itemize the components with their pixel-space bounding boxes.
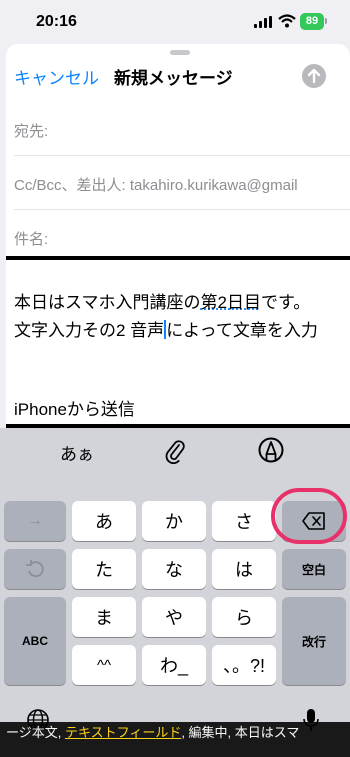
signature: iPhoneから送信 bbox=[14, 400, 135, 419]
compose-sheet: キャンセル 新規メッセージ 宛先: Cc/Bcc、差出人: takahiro.k… bbox=[6, 44, 350, 428]
undo-key[interactable] bbox=[4, 549, 66, 589]
key-ra[interactable]: ら bbox=[212, 597, 276, 637]
body-text: です。 bbox=[260, 293, 311, 312]
send-button[interactable] bbox=[302, 64, 326, 88]
undo-icon bbox=[26, 560, 44, 578]
key-sa[interactable]: さ bbox=[212, 501, 276, 541]
abc-key[interactable]: ABC bbox=[4, 597, 66, 685]
key-punctuation[interactable]: 、。?! bbox=[212, 645, 276, 685]
to-label: 宛先: bbox=[14, 123, 49, 140]
keyboard: あぁ → あ か さ た な は 空白 ABC ま や ら 改行 ^^ わ_ 、… bbox=[0, 428, 350, 757]
body-text-marked: 第2日目 bbox=[200, 293, 261, 312]
markup-pen-icon[interactable] bbox=[257, 436, 285, 464]
message-body-field[interactable]: 本日はスマホ入門講座の第2日目です。 文字入力その2 音声 によって文章を入力 i… bbox=[6, 256, 350, 428]
caption-text: , 編集中, 本日はスマ bbox=[181, 725, 300, 740]
return-key[interactable]: 改行 bbox=[282, 597, 346, 685]
arrow-up-icon bbox=[307, 68, 321, 84]
sheet-grabber[interactable] bbox=[170, 50, 190, 55]
screen: 20:16 89 キャンセル 新規メッセージ 宛先: Cc/Bcc、差出人: t… bbox=[0, 0, 350, 757]
key-ma[interactable]: ま bbox=[72, 597, 136, 637]
key-ka[interactable]: か bbox=[142, 501, 206, 541]
cc-bcc-field[interactable]: Cc/Bcc、差出人: takahiro.kurikawa@gmail bbox=[14, 155, 350, 210]
cancel-button[interactable]: キャンセル bbox=[14, 64, 99, 89]
key-wa[interactable]: わ_ bbox=[142, 645, 206, 685]
key-ta[interactable]: た bbox=[72, 549, 136, 589]
body-text: 本日はスマホ入門講座の bbox=[14, 293, 201, 312]
key-a[interactable]: あ bbox=[72, 501, 136, 541]
body-text: 文字入力その2 音声 bbox=[14, 321, 165, 340]
subject-label: 件名: bbox=[14, 231, 49, 248]
compose-title: 新規メッセージ bbox=[114, 69, 233, 88]
battery-nub bbox=[325, 18, 327, 24]
caption-text: ージ本文, bbox=[6, 725, 65, 740]
next-candidate-key[interactable]: → bbox=[4, 501, 66, 541]
cellular-signal-icon bbox=[254, 16, 272, 28]
key-ya[interactable]: や bbox=[142, 597, 206, 637]
delete-key-highlight-annotation bbox=[271, 488, 347, 544]
body-line-1: 本日はスマホ入門講座の第2日目です。 bbox=[14, 288, 310, 313]
body-line-2: 文字入力その2 音声 によって文章を入力 bbox=[14, 316, 318, 341]
space-key[interactable]: 空白 bbox=[282, 549, 346, 589]
to-field[interactable]: 宛先: bbox=[14, 101, 350, 156]
status-bar: 20:16 89 bbox=[0, 0, 350, 44]
battery-indicator: 89 bbox=[300, 13, 324, 30]
voiceover-caption: ージ本文, テキストフィールド, 編集中, 本日はスマ bbox=[0, 722, 350, 757]
key-dakuten[interactable]: ^^ bbox=[72, 645, 136, 685]
wifi-icon bbox=[278, 14, 296, 28]
cc-bcc-from-label: Cc/Bcc、差出人: takahiro.kurikawa@gmail bbox=[14, 177, 298, 194]
key-ha[interactable]: は bbox=[212, 549, 276, 589]
status-time: 20:16 bbox=[36, 13, 77, 30]
caption-highlight: テキストフィールド bbox=[64, 725, 182, 740]
paperclip-icon[interactable] bbox=[164, 438, 186, 464]
kana-mode-button[interactable]: あぁ bbox=[60, 440, 94, 465]
body-text: によって文章を入力 bbox=[166, 321, 318, 340]
key-na[interactable]: な bbox=[142, 549, 206, 589]
